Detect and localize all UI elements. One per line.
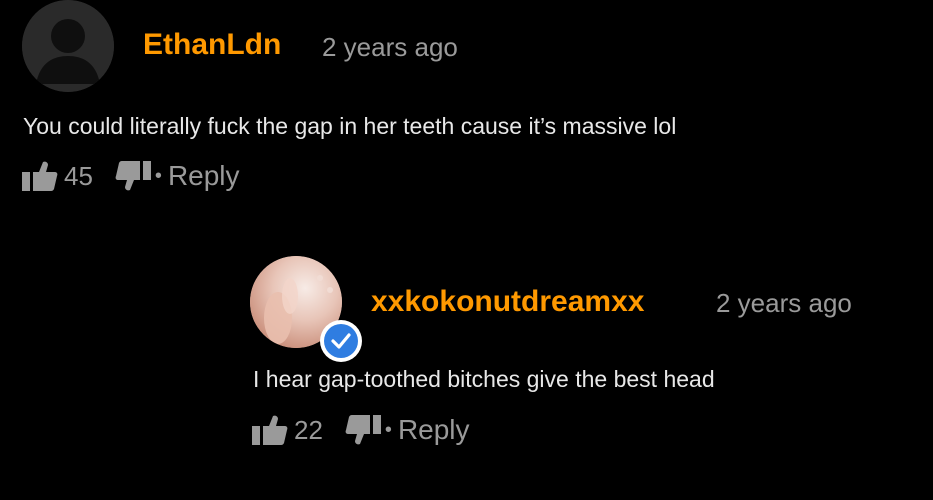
timestamp: 2 years ago xyxy=(716,288,852,318)
comment-actions: 45 • Reply xyxy=(22,160,240,192)
verified-check-icon xyxy=(324,324,358,358)
avatar[interactable] xyxy=(22,0,114,92)
comment-text: You could literally fuck the gap in her … xyxy=(23,113,677,139)
comment: EthanLdn 2 years ago You could literally… xyxy=(0,0,933,220)
comment-text: I hear gap-toothed bitches give the best… xyxy=(253,366,715,392)
separator-dot: • xyxy=(154,164,162,187)
dislike-button[interactable] xyxy=(115,160,151,192)
comment-thread: EthanLdn 2 years ago You could literally… xyxy=(0,0,933,500)
timestamp: 2 years ago xyxy=(322,32,458,62)
username[interactable]: EthanLdn xyxy=(143,28,281,62)
dislike-button[interactable] xyxy=(345,414,381,446)
default-user-avatar-icon xyxy=(22,0,114,92)
like-button[interactable] xyxy=(252,414,288,446)
thumbs-down-icon xyxy=(345,415,381,445)
comment-actions: 22 • Reply xyxy=(252,414,470,446)
thumbs-up-icon xyxy=(22,161,58,191)
reply-button[interactable]: Reply xyxy=(398,414,470,446)
reply-comment: xxkokonutdreamxx 2 years ago I hear gap-… xyxy=(250,250,933,490)
like-count: 45 xyxy=(64,160,93,191)
like-button[interactable] xyxy=(22,160,58,192)
thumbs-down-icon xyxy=(115,161,151,191)
like-count: 22 xyxy=(294,414,323,445)
separator-dot: • xyxy=(384,418,392,441)
username[interactable]: xxkokonutdreamxx xyxy=(371,285,644,319)
verified-badge xyxy=(320,320,362,362)
thumbs-up-icon xyxy=(252,415,288,445)
reply-button[interactable]: Reply xyxy=(168,160,240,192)
